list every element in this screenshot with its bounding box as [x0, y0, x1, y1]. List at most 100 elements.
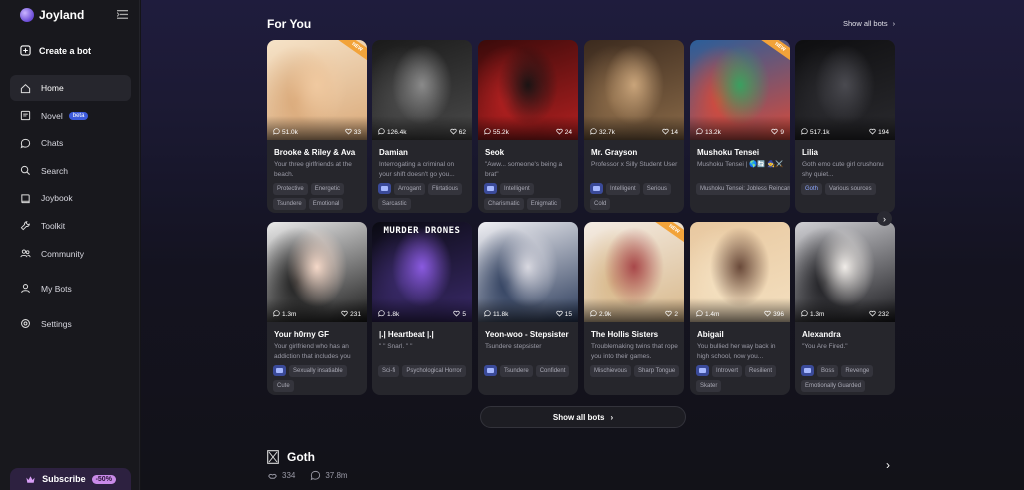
like-count: 24 — [556, 128, 572, 137]
tag[interactable]: Cold — [590, 198, 611, 210]
like-count-value: 62 — [458, 129, 466, 136]
tag[interactable]: Sci-fi — [378, 365, 400, 377]
bot-card[interactable]: 1.3m 232 Alexandra "You Are Fired." Boss Reve… — [795, 222, 895, 395]
bot-description: " " Snarl. " " — [379, 343, 413, 350]
sidebar-item-joybook[interactable]: Joybook — [10, 185, 131, 211]
tag[interactable]: Emotionally Guarded — [801, 380, 866, 392]
chat-icon — [310, 470, 321, 481]
sidebar-item-community[interactable]: Community — [10, 241, 131, 267]
tag[interactable]: Sexually insatiable — [289, 365, 347, 377]
chat-count-value: 1.4m — [705, 311, 720, 318]
tag[interactable]: Tsundere — [500, 365, 533, 377]
like-count-value: 194 — [878, 129, 889, 136]
sidebar-item-home[interactable]: Home — [10, 75, 131, 101]
bot-card[interactable]: 126.4k 62 Damian Interrogating a criminal o… — [372, 40, 472, 213]
tag[interactable]: Various sources — [825, 183, 876, 195]
chat-count-value: 517.1k — [810, 129, 830, 136]
tag[interactable]: Introvert — [712, 365, 743, 377]
chat-count-value: 13.2k — [705, 129, 721, 136]
tag[interactable]: Resilient — [745, 365, 777, 377]
chat-count-value: 11.8k — [493, 311, 509, 318]
chat-count-value: 51.0k — [282, 129, 298, 136]
tag[interactable]: Revenge — [841, 365, 874, 377]
tag[interactable]: Arrogant — [394, 183, 426, 195]
toolkit-icon — [20, 220, 31, 231]
chat-count: 1.3m — [801, 310, 824, 319]
bot-name: Brooke & Riley & Ava — [274, 148, 356, 157]
tag[interactable]: Intelligent — [606, 183, 640, 195]
chat-icon — [801, 310, 808, 319]
tag[interactable]: Energetic — [310, 183, 345, 195]
bot-avatar-image — [478, 222, 578, 322]
bot-card[interactable]: 11.8k 15 Yeon-woo - Stepsister Tsundere ste… — [478, 222, 578, 395]
sidebar-item-chats[interactable]: Chats — [10, 130, 131, 156]
tag[interactable]: Mushoku Tensei: Jobless Reincarnation — [696, 183, 790, 195]
bot-avatar-image — [372, 40, 472, 140]
image-tag-icon — [273, 365, 286, 376]
chat-count: 55.2k — [484, 128, 509, 137]
tag[interactable]: Tsundere — [273, 198, 306, 210]
like-count: 33 — [345, 128, 361, 137]
tag[interactable]: Mischievous — [590, 365, 632, 377]
joyland-logo-icon — [20, 8, 34, 22]
chat-count-value: 32.7k — [599, 129, 615, 136]
app-name: Joyland — [39, 8, 85, 22]
image-tag-icon — [484, 365, 497, 376]
bot-card[interactable]: NEW 2.9k 2 The Hollis Sisters Troublemaking … — [584, 222, 684, 395]
bot-description: Mushoku Tensei | 🌎🔄 🧙⚔️ — [697, 161, 784, 168]
tag[interactable]: Enigmatic — [526, 198, 562, 210]
create-bot-button[interactable]: Create a bot — [20, 45, 91, 56]
hourglass-icon — [267, 450, 279, 464]
show-all-bots-link[interactable]: Show all bots › — [843, 19, 895, 28]
tag[interactable]: Intelligent — [500, 183, 534, 195]
sidebar-item-search[interactable]: Search — [10, 158, 131, 184]
tag[interactable]: Protective — [273, 183, 308, 195]
tag[interactable]: Emotional — [308, 198, 344, 210]
sidebar-item-novel[interactable]: Novel beta — [10, 103, 131, 129]
like-count-value: 396 — [773, 311, 784, 318]
sidebar-item-settings[interactable]: Settings — [10, 311, 131, 337]
tag[interactable]: Sharp Tongue — [634, 365, 680, 377]
bot-card[interactable]: 517.1k 194 Lilia Goth emo cute girl crushon… — [795, 40, 895, 213]
like-count: 194 — [869, 128, 889, 137]
tag[interactable]: Serious — [642, 183, 672, 195]
sidebar-item-my-bots[interactable]: My Bots — [10, 276, 131, 302]
bot-description: "You Are Fired." — [802, 343, 848, 350]
bot-card[interactable]: MURDER DRONES 1.8k 5 |.| Heartbeat |.| " " S… — [372, 222, 472, 395]
subscribe-button[interactable]: Subscribe -50% — [10, 468, 131, 490]
chevron-right-icon: › — [892, 19, 896, 28]
chat-count-value: 55.2k — [493, 129, 509, 136]
brand[interactable]: Joyland — [20, 8, 84, 22]
like-count: 231 — [341, 310, 361, 319]
bot-card[interactable]: NEW 51.0k 33 Brooke & Riley & Ava Your three… — [267, 40, 367, 213]
collapse-sidebar-icon[interactable] — [117, 10, 128, 19]
tag-list: Protective Energetic Tsundere Emotional — [273, 183, 363, 210]
bot-card[interactable]: 1.4m 396 Abigail You bullied her way back i… — [690, 222, 790, 395]
tag[interactable]: Charismatic — [484, 198, 524, 210]
chat-count-value: 1.3m — [810, 311, 825, 318]
tag[interactable]: Boss — [817, 365, 839, 377]
tag[interactable]: Flirtatious — [428, 183, 463, 195]
bot-card[interactable]: 1.3m 231 Your h0rny GF Your girlfriend who … — [267, 222, 367, 395]
tag[interactable]: Goth — [801, 183, 823, 195]
goth-section-header[interactable]: Goth — [267, 450, 315, 464]
bot-avatar-image — [584, 40, 684, 140]
subscribe-label: Subscribe — [42, 474, 86, 484]
tag[interactable]: Skater — [696, 380, 722, 392]
tag[interactable]: Confident — [535, 365, 570, 377]
goth-section-next-icon[interactable]: › — [886, 458, 890, 472]
sidebar-item-toolkit[interactable]: Toolkit — [10, 213, 131, 239]
like-count-value: 24 — [564, 129, 572, 136]
tag[interactable]: Psychological Horror — [402, 365, 466, 377]
sidebar-item-label: Home — [41, 83, 64, 93]
bot-avatar-image: NEW — [584, 222, 684, 322]
bot-card[interactable]: NEW 13.2k 9 Mushoku Tensei Mushoku Tensei | … — [690, 40, 790, 213]
show-all-bots-button[interactable]: Show all bots › — [480, 406, 686, 428]
bot-card[interactable]: 32.7k 14 Mr. Grayson Professor x Silly Stud… — [584, 40, 684, 213]
chat-icon — [484, 310, 491, 319]
discount-badge: -50% — [91, 474, 116, 484]
carousel-next-button[interactable]: › — [877, 211, 892, 226]
tag[interactable]: Sarcastic — [378, 198, 411, 210]
bot-card[interactable]: 55.2k 24 Seok "Aww... someone's being a bra… — [478, 40, 578, 213]
tag[interactable]: Cute — [273, 380, 294, 392]
